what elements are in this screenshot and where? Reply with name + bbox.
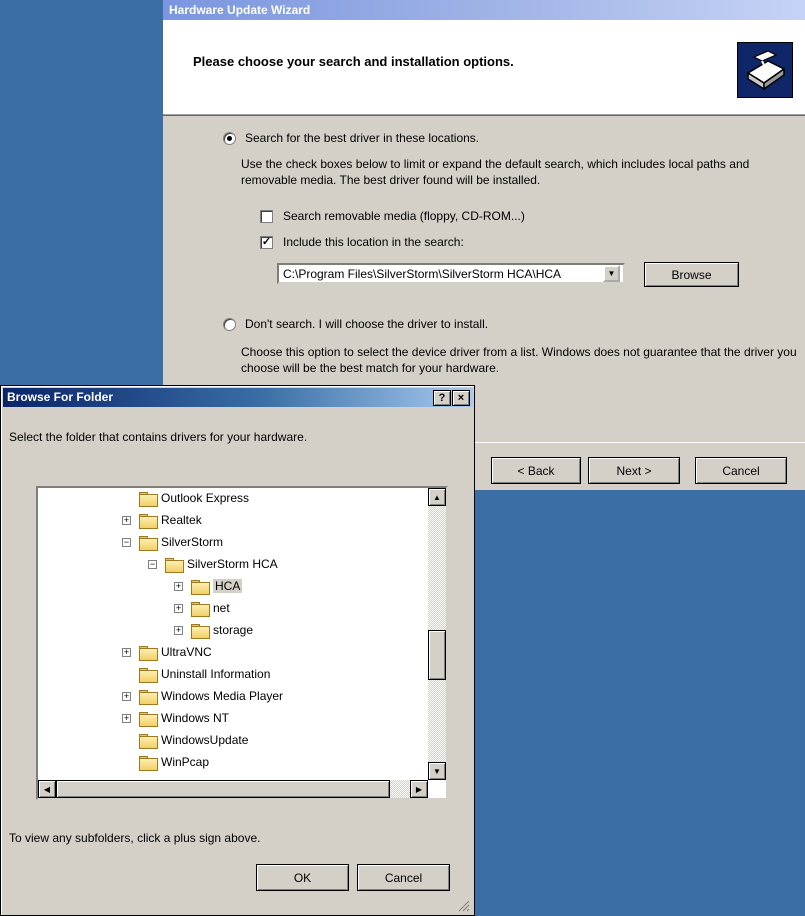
folder-label: Uninstall Information xyxy=(161,667,271,681)
folder-tree-item[interactable]: Outlook Express xyxy=(122,488,250,509)
vertical-scrollbar[interactable]: ▲ ▼ xyxy=(428,488,446,780)
browse-instruction: Select the folder that contains drivers … xyxy=(9,430,308,444)
hardware-wizard-icon xyxy=(737,42,793,98)
expand-plus-icon[interactable]: + xyxy=(174,603,183,613)
folder-icon xyxy=(139,733,158,749)
expand-plus-icon[interactable]: + xyxy=(174,625,183,635)
folder-label: WinPcap xyxy=(161,755,210,769)
folder-label: Windows NT xyxy=(161,711,230,725)
wizard-title: Hardware Update Wizard xyxy=(169,3,311,17)
folder-icon xyxy=(165,557,184,573)
expand-plus-icon[interactable]: + xyxy=(122,515,131,525)
browse-hint: To view any subfolders, click a plus sig… xyxy=(9,831,261,845)
folder-icon xyxy=(139,645,158,661)
back-button[interactable]: < Back xyxy=(491,457,581,484)
folder-tree-item[interactable]: WindowsUpdate xyxy=(122,729,248,751)
next-button[interactable]: Next > xyxy=(588,457,680,484)
expand-plus-icon[interactable]: + xyxy=(122,691,131,701)
location-path-value: C:\Program Files\SilverStorm\SilverStorm… xyxy=(283,267,562,281)
scroll-left-icon[interactable]: ◀ xyxy=(38,780,56,798)
browse-button[interactable]: Browse xyxy=(644,262,739,287)
folder-tree-item[interactable]: − SilverStorm xyxy=(122,531,223,553)
dont-search-description: Choose this option to select the device … xyxy=(241,345,797,375)
expand-plus-icon[interactable]: + xyxy=(174,581,183,591)
chevron-down-icon[interactable]: ▼ xyxy=(603,265,620,282)
scroll-up-icon[interactable]: ▲ xyxy=(428,488,446,506)
scroll-right-icon[interactable]: ▶ xyxy=(410,780,428,798)
horizontal-scroll-thumb[interactable] xyxy=(56,780,390,798)
wizard-cancel-button[interactable]: Cancel xyxy=(695,457,787,484)
search-removable-media-checkbox[interactable] xyxy=(260,210,273,223)
expand-plus-icon[interactable]: + xyxy=(122,647,131,657)
search-best-driver-label[interactable]: Search for the best driver in these loca… xyxy=(245,130,479,146)
resize-grip-icon[interactable] xyxy=(456,898,470,912)
folder-icon xyxy=(191,601,210,617)
folder-icon xyxy=(139,491,158,507)
ok-button[interactable]: OK xyxy=(256,864,349,891)
folder-tree-item[interactable]: WinPcap xyxy=(122,751,209,773)
folder-icon xyxy=(139,689,158,705)
browse-title-bar[interactable]: Browse For Folder xyxy=(3,388,473,407)
search-best-driver-radio[interactable] xyxy=(223,132,236,145)
folder-tree-item[interactable]: + storage xyxy=(174,619,253,641)
browse-cancel-button[interactable]: Cancel xyxy=(357,864,450,891)
scroll-down-icon[interactable]: ▼ xyxy=(428,762,446,780)
help-icon: ? xyxy=(438,392,446,404)
close-button[interactable]: × xyxy=(452,390,470,406)
folder-tree[interactable]: Outlook Express + Realtek − SilverStorm − Silv… xyxy=(36,486,448,800)
folder-tree-item[interactable]: + net xyxy=(174,597,230,619)
location-path-combobox[interactable]: C:\Program Files\SilverStorm\SilverStorm… xyxy=(277,263,625,284)
wizard-header: Please choose your search and installati… xyxy=(163,20,805,115)
folder-label: SilverStorm HCA xyxy=(187,557,278,571)
folder-icon xyxy=(139,667,158,683)
folder-tree-item[interactable]: + HCA xyxy=(174,575,243,597)
folder-label: UltraVNC xyxy=(161,645,212,659)
wizard-heading: Please choose your search and installati… xyxy=(193,54,514,69)
folder-icon xyxy=(139,513,158,529)
expand-plus-icon[interactable]: + xyxy=(122,713,131,723)
close-icon: × xyxy=(457,392,465,404)
folder-label: SilverStorm xyxy=(161,535,224,549)
scroll-thumb[interactable] xyxy=(428,630,446,680)
folder-label: HCA xyxy=(213,579,243,593)
folder-tree-item[interactable]: + Windows NT xyxy=(122,707,229,729)
search-removable-media-label[interactable]: Search removable media (floppy, CD-ROM..… xyxy=(283,208,525,224)
help-button[interactable]: ? xyxy=(433,390,451,406)
horizontal-scrollbar[interactable]: ◀ ▶ xyxy=(38,780,428,798)
folder-tree-item[interactable]: Uninstall Information xyxy=(122,663,270,685)
search-description: Use the check boxes below to limit or ex… xyxy=(241,157,750,187)
folder-tree-item[interactable]: − SilverStorm HCA xyxy=(148,553,278,575)
folder-label: net xyxy=(213,601,230,615)
dont-search-label[interactable]: Don't search. I will choose the driver t… xyxy=(245,316,488,332)
folder-tree-item[interactable]: + UltraVNC xyxy=(122,641,212,663)
folder-icon xyxy=(191,579,210,595)
folder-label: WindowsUpdate xyxy=(161,733,249,747)
include-location-label[interactable]: Include this location in the search: xyxy=(283,234,464,250)
wizard-title-bar[interactable]: Hardware Update Wizard xyxy=(163,0,805,20)
folder-icon xyxy=(139,535,158,551)
folder-label: Outlook Express xyxy=(161,491,250,505)
folder-icon xyxy=(139,755,158,771)
folder-label: storage xyxy=(213,623,254,637)
folder-label: Realtek xyxy=(161,513,202,527)
browse-title: Browse For Folder xyxy=(7,390,114,404)
dont-search-radio[interactable] xyxy=(223,318,236,331)
folder-tree-item[interactable]: + Realtek xyxy=(122,509,202,531)
browse-for-folder-dialog: Browse For Folder ? × Select the folder … xyxy=(0,385,475,916)
folder-tree-item[interactable]: + Windows Media Player xyxy=(122,685,283,707)
folder-label: Windows Media Player xyxy=(161,689,284,703)
collapse-minus-icon[interactable]: − xyxy=(122,537,131,547)
folder-icon xyxy=(139,711,158,727)
folder-icon xyxy=(191,623,210,639)
include-location-checkbox[interactable]: ✓ xyxy=(260,236,273,249)
collapse-minus-icon[interactable]: − xyxy=(148,559,157,569)
